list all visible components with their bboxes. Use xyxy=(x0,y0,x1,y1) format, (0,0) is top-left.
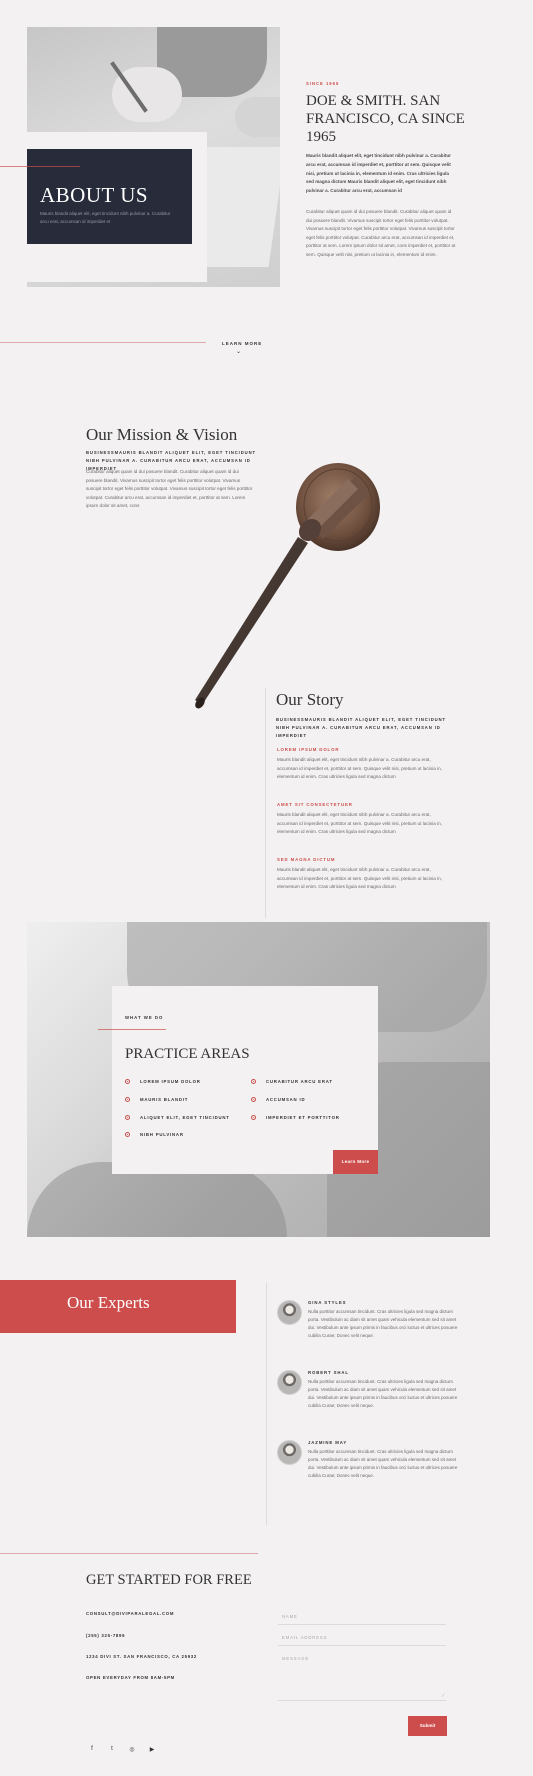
story-heading-2: AMET SIT CONSECTETUER xyxy=(277,802,353,807)
bullet-icon xyxy=(251,1097,256,1103)
contact-hours: OPEN EVERYDAY FROM 8AM-5PM xyxy=(86,1675,175,1680)
practice-item: ACCUMSAN ID xyxy=(251,1097,305,1103)
story-text-1: Mauris blandit aliquet elit, eget tincid… xyxy=(277,757,442,780)
expert-bio: Nulla porttitor accumsan tincidunt. Cras… xyxy=(308,1449,458,1478)
youtube-icon[interactable]: ▶ xyxy=(147,1746,157,1753)
facebook-icon[interactable]: f xyxy=(87,1746,97,1752)
contact-rule xyxy=(0,1553,258,1554)
practice-item: LOREM IPSUM DOLOR xyxy=(125,1079,201,1085)
story-text-2: Mauris blandit aliquet elit, eget tincid… xyxy=(277,812,442,835)
practice-rule xyxy=(98,1029,166,1030)
about-text: Mauris blandit aliquet elit, eget tincid… xyxy=(40,211,171,224)
bullet-icon xyxy=(125,1132,130,1138)
message-field[interactable]: MESSAGE ⟋ xyxy=(278,1656,446,1701)
story-divider xyxy=(265,688,266,918)
expert-bio: Nulla porttitor accumsan tincidunt. Cras… xyxy=(308,1309,458,1338)
story-title: Our Story xyxy=(276,690,344,709)
practice-item: MAURIS BLANDIT xyxy=(125,1097,188,1103)
chevron-down-icon[interactable]: ⌄ xyxy=(236,348,241,355)
about-box: ABOUT US Mauris blandit aliquet elit, eg… xyxy=(0,149,192,244)
hero-paragraph: Curabitur aliquet quam id dui posuere bl… xyxy=(306,209,456,257)
expert-name: GINA STYLES xyxy=(308,1300,347,1305)
submit-button[interactable]: Submit xyxy=(408,1716,447,1736)
hero-bold-text: Mauris blandit aliquet elit, eget tincid… xyxy=(306,153,451,194)
email-placeholder: EMAIL ADDRESS xyxy=(282,1635,328,1640)
expert-bio: Nulla porttitor accumsan tincidunt. Cras… xyxy=(308,1379,458,1408)
practice-item: CURABITUR ARCU ERAT xyxy=(251,1079,333,1085)
twitter-icon[interactable]: t xyxy=(107,1746,117,1752)
name-placeholder: NAME xyxy=(282,1614,298,1619)
story-heading-3: SED MAGNA DICTUM xyxy=(277,857,336,862)
contact-title: GET STARTED FOR FREE xyxy=(86,1572,252,1588)
name-field[interactable]: NAME xyxy=(278,1614,446,1625)
decorative-pattern xyxy=(27,680,264,920)
bullet-icon xyxy=(251,1079,256,1085)
story-text-3: Mauris blandit aliquet elit, eget tincid… xyxy=(277,867,442,890)
practice-item: IMPERDIET ET PORTTITOR xyxy=(251,1115,340,1121)
experts-title: Our Experts xyxy=(67,1293,150,1312)
contact-email[interactable]: CONSULT@DIVIPARALEGAL.COM xyxy=(86,1611,174,1616)
message-placeholder: MESSAGE xyxy=(282,1656,310,1661)
learn-more-link[interactable]: LEARN MORE xyxy=(222,341,262,346)
contact-phone[interactable]: (255) 325-7896 xyxy=(86,1633,125,1638)
contact-address: 1234 DIVI ST. SAN FRANCISCO, CA 25932 xyxy=(86,1654,197,1659)
avatar xyxy=(277,1440,302,1465)
gavel-image xyxy=(190,455,380,715)
learn-more-rule xyxy=(0,342,206,343)
avatar xyxy=(277,1300,302,1325)
hero-headline: DOE & SMITH. SAN FRANCISCO, CA SINCE 196… xyxy=(306,93,465,145)
expert-name: JAZMINE MAY xyxy=(308,1440,348,1445)
instagram-icon[interactable]: ◎ xyxy=(127,1746,137,1753)
resize-handle-icon[interactable]: ⟋ xyxy=(441,1693,445,1699)
bullet-icon xyxy=(251,1115,256,1121)
story-subtitle: BUSINESSMAURIS BLANDIT ALIQUET ELIT, EGE… xyxy=(276,717,446,738)
bullet-icon xyxy=(125,1115,130,1121)
about-title: ABOUT US xyxy=(40,183,149,207)
story-heading-1: LOREM IPSUM DOLOR xyxy=(277,747,340,752)
practice-item: ALIQUET ELIT, EGET TINCIDUNT xyxy=(125,1115,230,1121)
email-field[interactable]: EMAIL ADDRESS xyxy=(278,1635,446,1646)
mission-title: Our Mission & Vision xyxy=(86,425,238,444)
practice-learn-more-button[interactable]: Learn More xyxy=(333,1150,378,1174)
practice-card: WHAT WE DO PRACTICE AREAS LOREM IPSUM DO… xyxy=(98,986,378,1174)
since-label: SINCE 1965 xyxy=(306,81,340,86)
practice-title: PRACTICE AREAS xyxy=(125,1046,250,1062)
experts-band: Our Experts xyxy=(0,1280,236,1333)
experts-divider xyxy=(266,1283,267,1525)
expert-name: ROBERT SHAL xyxy=(308,1370,349,1375)
practice-item: NIBH PULVINAR xyxy=(125,1132,184,1138)
practice-eyebrow: WHAT WE DO xyxy=(125,1015,164,1020)
bullet-icon xyxy=(125,1079,130,1085)
avatar xyxy=(277,1370,302,1395)
bullet-icon xyxy=(125,1097,130,1103)
